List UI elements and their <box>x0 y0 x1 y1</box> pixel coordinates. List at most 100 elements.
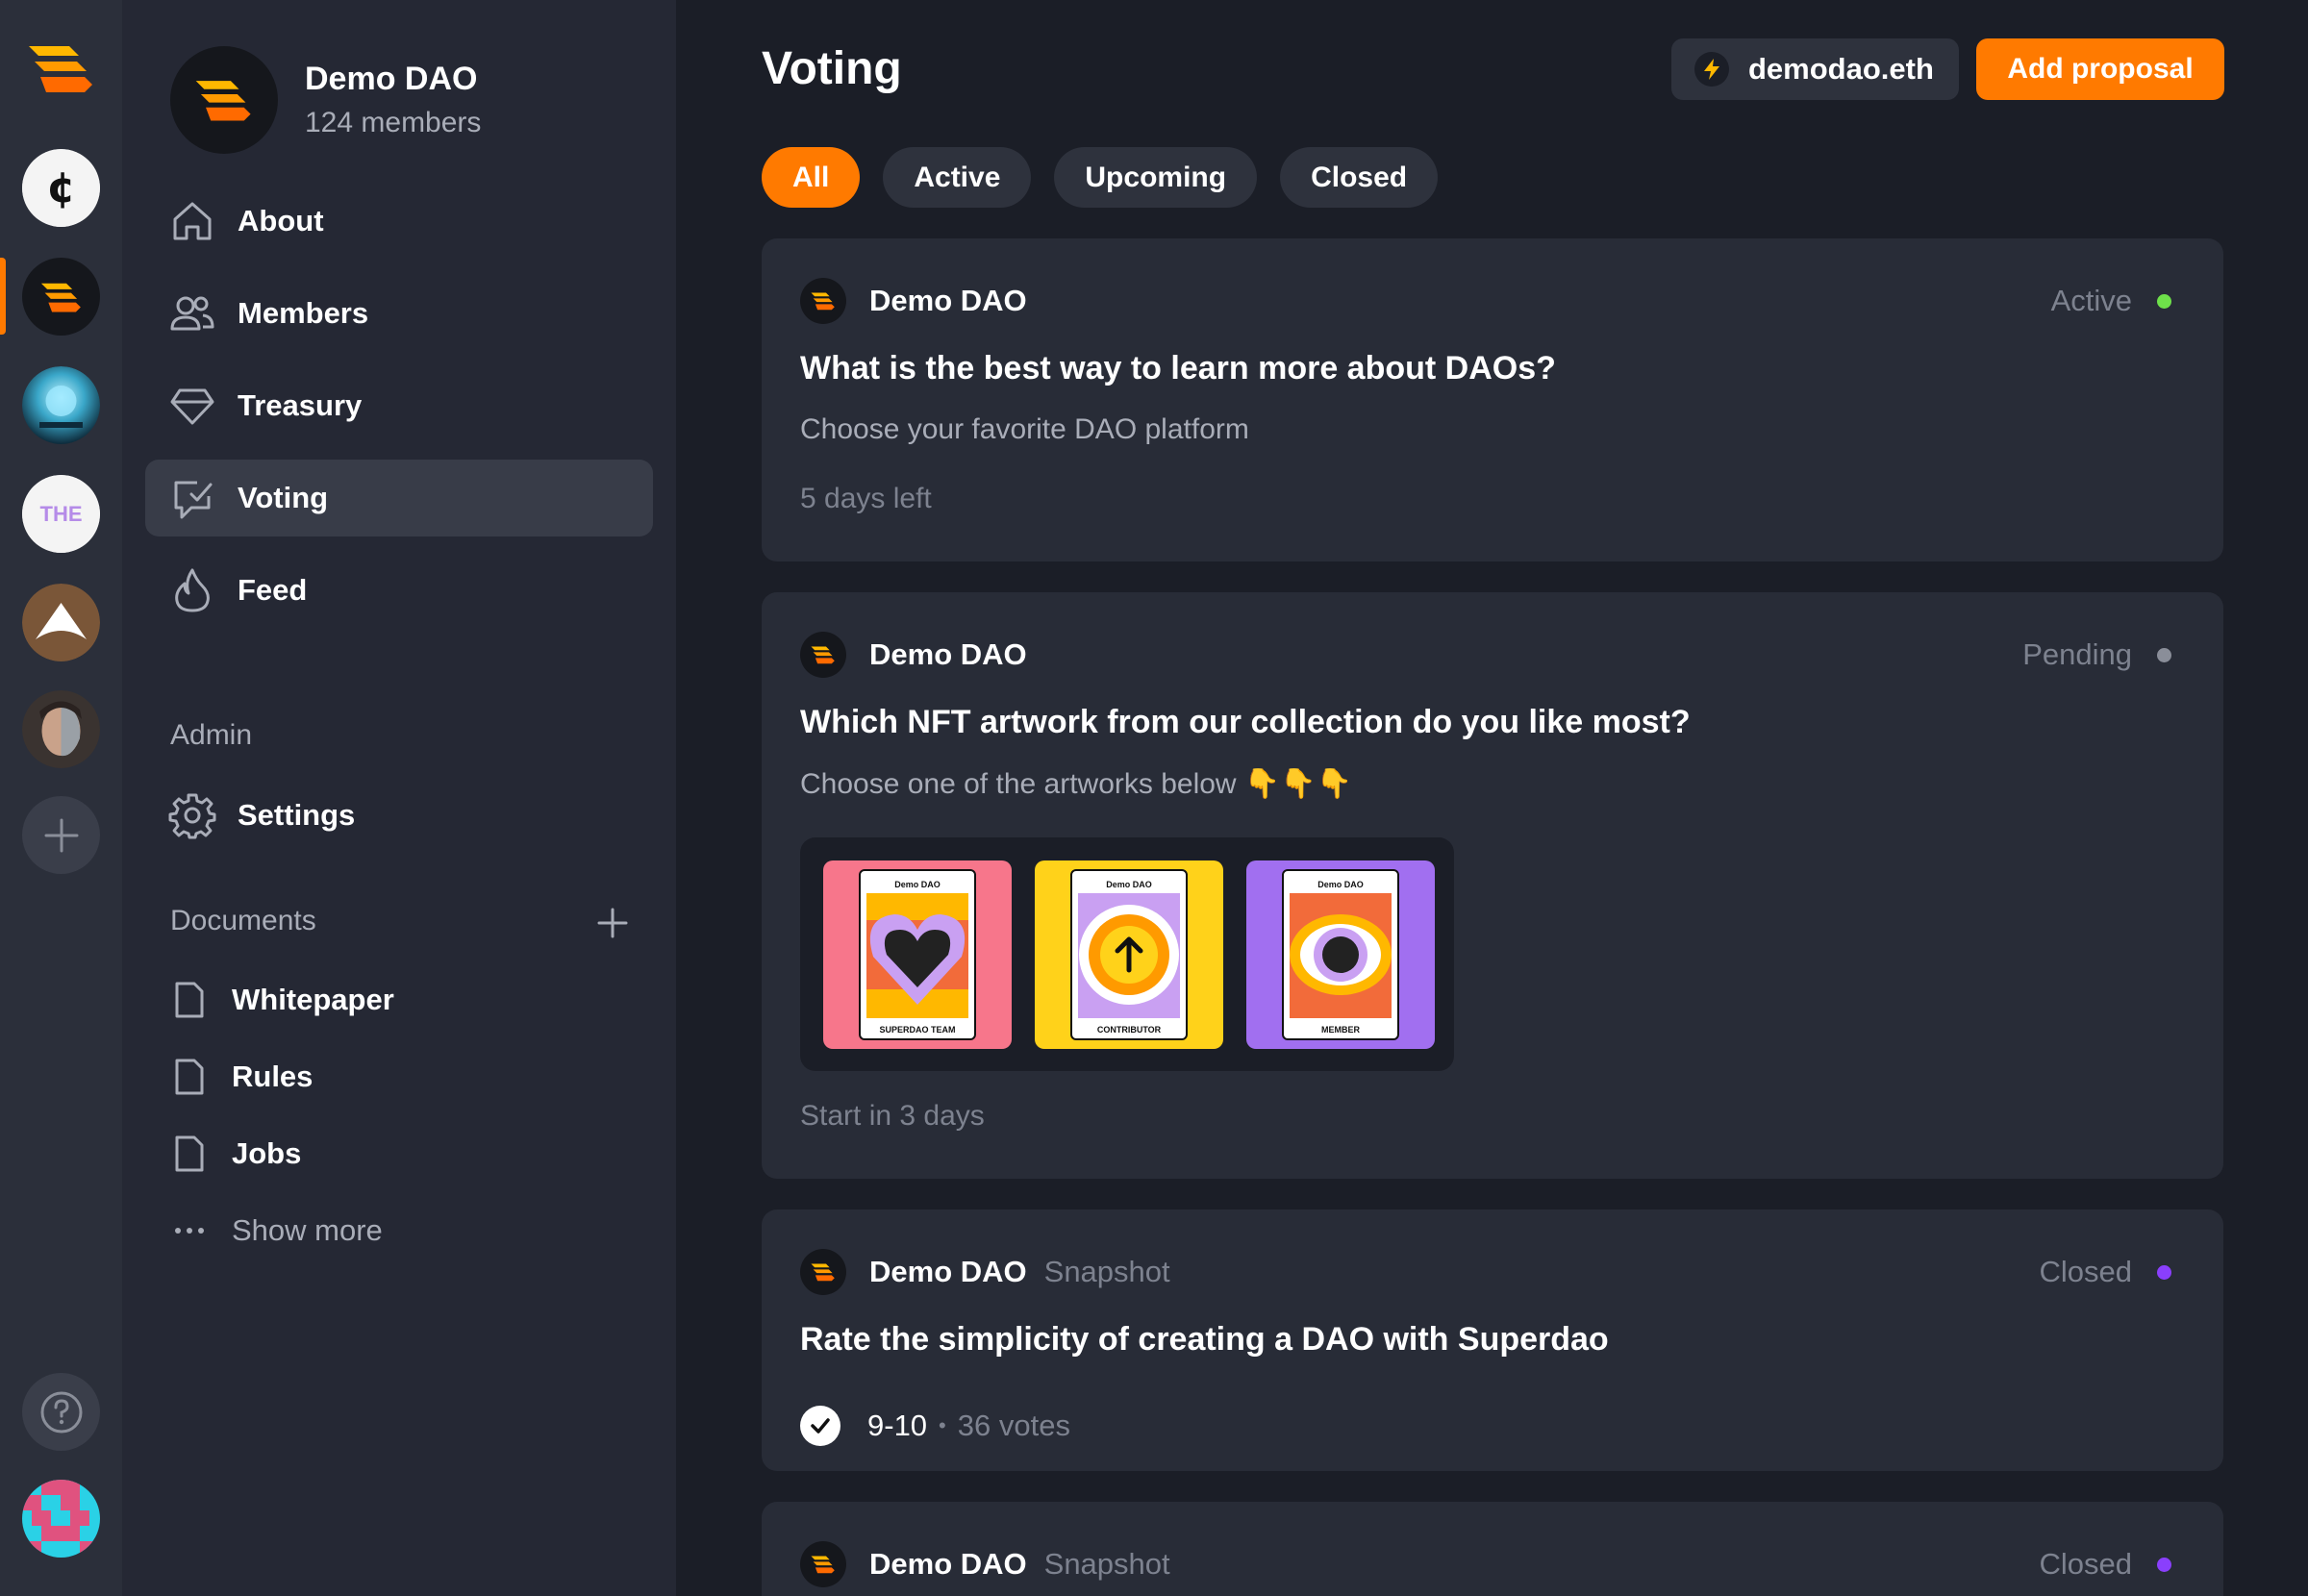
document-icon <box>170 1056 209 1098</box>
status-label: Active <box>2050 284 2132 317</box>
svg-text:THE: THE <box>40 502 83 526</box>
filter-upcoming[interactable]: Upcoming <box>1054 147 1258 208</box>
documents-section-label: Documents <box>170 905 316 936</box>
proposal-org: Demo DAO <box>869 284 1027 317</box>
ens-domain-button[interactable]: demodao.eth <box>1671 38 1959 100</box>
user-avatar[interactable] <box>22 1480 100 1558</box>
dao-mini-avatar <box>800 1249 846 1295</box>
gear-icon <box>168 791 216 839</box>
proposal-description: Choose your favorite DAO platform <box>800 413 1249 445</box>
sidebar-item-label: Voting <box>238 481 329 514</box>
proposal-card[interactable]: Demo DAO Pending Which NFT artwork from … <box>762 592 2223 1179</box>
proposal-timing: 5 days left <box>800 483 932 514</box>
home-icon <box>168 197 216 245</box>
artwork-header: Demo DAO <box>1317 880 1364 889</box>
dao-mini-avatar <box>800 1541 846 1587</box>
proposal-org: Demo DAO <box>869 1547 1027 1581</box>
flame-icon <box>168 566 216 614</box>
sidebar-item-feed[interactable]: Feed <box>145 552 653 629</box>
status-badge: Closed <box>2039 1540 2171 1588</box>
sidebar-item-about[interactable]: About <box>145 183 653 260</box>
proposal-source: Snapshot <box>1043 1255 1170 1288</box>
space-dao-icon[interactable] <box>22 366 100 444</box>
filter-active[interactable]: Active <box>883 147 1032 208</box>
sidebar-item-label: Members <box>238 296 369 330</box>
main-content: Voting demodao.eth Add proposal All Acti… <box>676 0 2308 1596</box>
sidebar-item-members[interactable]: Members <box>145 275 653 352</box>
svg-text:¢: ¢ <box>46 163 76 212</box>
status-label: Pending <box>2022 637 2132 671</box>
show-more-label: Show more <box>232 1213 383 1247</box>
add-document-button[interactable] <box>593 904 632 942</box>
status-dot-icon <box>2157 1264 2171 1280</box>
document-icon <box>170 1133 209 1175</box>
proposal-org: Demo DAO <box>869 637 1027 671</box>
sidebar-item-settings[interactable]: Settings <box>145 777 653 854</box>
filter-closed[interactable]: Closed <box>1280 147 1439 208</box>
sidebar-item-label: Settings <box>238 798 356 832</box>
status-label: Closed <box>2039 1547 2133 1581</box>
sidebar: Demo DAO 124 members About Members Treas… <box>122 0 676 1596</box>
superdao-logo-icon[interactable] <box>25 40 98 96</box>
dao-name: Demo DAO <box>305 61 478 97</box>
artwork-member[interactable]: Demo DAO MEMBER <box>1246 860 1435 1049</box>
result-separator: • <box>939 1413 946 1437</box>
artwork-header: Demo DAO <box>894 880 941 889</box>
artwork-footer: MEMBER <box>1321 1025 1360 1035</box>
proposal-result: 9-10 • 36 votes <box>800 1402 1070 1450</box>
portrait-dao-icon[interactable] <box>22 690 100 768</box>
sidebar-item-label: About <box>238 204 324 237</box>
help-button[interactable] <box>22 1373 100 1451</box>
document-label: Whitepaper <box>232 983 394 1016</box>
admin-nav: Settings <box>145 777 653 869</box>
proposal-timing: Start in 3 days <box>800 1100 985 1132</box>
vote-icon <box>168 474 216 522</box>
artwork-footer: SUPERDAO TEAM <box>879 1025 955 1035</box>
arch-dao-icon[interactable] <box>22 584 100 661</box>
filter-all[interactable]: All <box>762 147 861 208</box>
lightning-icon <box>1694 52 1729 87</box>
superdao-dao-icon[interactable] <box>22 258 100 336</box>
admin-section-label: Admin <box>170 719 253 751</box>
artwork-footer: CONTRIBUTOR <box>1097 1025 1162 1035</box>
status-badge: Closed <box>2039 1248 2171 1296</box>
document-item-rules[interactable]: Rules <box>170 1038 632 1115</box>
dao-member-count: 124 members <box>305 107 482 138</box>
artwork-contributor[interactable]: Demo DAO CONTRIBUTOR <box>1035 860 1223 1049</box>
dao-mini-avatar <box>800 278 846 324</box>
ens-domain-label: demodao.eth <box>1748 52 1934 86</box>
add-dao-button[interactable] <box>22 796 100 874</box>
help-icon <box>40 1391 82 1433</box>
proposal-card[interactable]: Demo DAO Active What is the best way to … <box>762 238 2223 561</box>
active-dao-indicator <box>0 258 6 335</box>
proposal-question: What is the best way to learn more about… <box>800 350 1556 387</box>
document-label: Jobs <box>232 1136 302 1170</box>
proposal-card[interactable]: Demo DAO Snapshot Closed <box>762 1502 2223 1596</box>
sidebar-item-label: Feed <box>238 573 308 607</box>
documents-list: Whitepaper Rules Jobs Show more <box>170 961 632 1269</box>
status-badge: Active <box>2051 277 2171 325</box>
add-proposal-button[interactable]: Add proposal <box>1976 38 2224 100</box>
proposal-question: Which NFT artwork from our collection do… <box>800 704 1691 740</box>
status-badge: Pending <box>2022 631 2171 679</box>
proposal-org: Demo DAO <box>869 1255 1027 1288</box>
proposal-card[interactable]: Demo DAO Snapshot Closed Rate the simpli… <box>762 1209 2223 1471</box>
document-label: Rules <box>232 1060 314 1093</box>
proposal-question: Rate the simplicity of creating a DAO wi… <box>800 1321 1609 1358</box>
users-icon <box>168 289 216 337</box>
the-dao-icon[interactable]: THE <box>22 475 100 553</box>
artwork-gallery: Demo DAO SUPERDAO TEAM Demo DAO CONTRIBU… <box>800 837 1454 1071</box>
document-item-jobs[interactable]: Jobs <box>170 1115 632 1192</box>
sidebar-item-voting[interactable]: Voting <box>145 460 653 536</box>
dao-avatar <box>170 46 278 154</box>
dao-mini-avatar <box>800 632 846 678</box>
dao-header[interactable]: Demo DAO 124 members <box>170 46 481 154</box>
show-more-documents[interactable]: Show more <box>170 1192 632 1269</box>
sidebar-item-label: Treasury <box>238 388 363 422</box>
document-item-whitepaper[interactable]: Whitepaper <box>170 961 632 1038</box>
artwork-superdao-team[interactable]: Demo DAO SUPERDAO TEAM <box>823 860 1012 1049</box>
status-label: Closed <box>2039 1255 2133 1288</box>
sidebar-item-treasury[interactable]: Treasury <box>145 367 653 444</box>
coin-dao-icon[interactable]: ¢ <box>22 149 100 227</box>
proposal-description: Choose one of the artworks below 👇👇👇 <box>800 768 1352 800</box>
